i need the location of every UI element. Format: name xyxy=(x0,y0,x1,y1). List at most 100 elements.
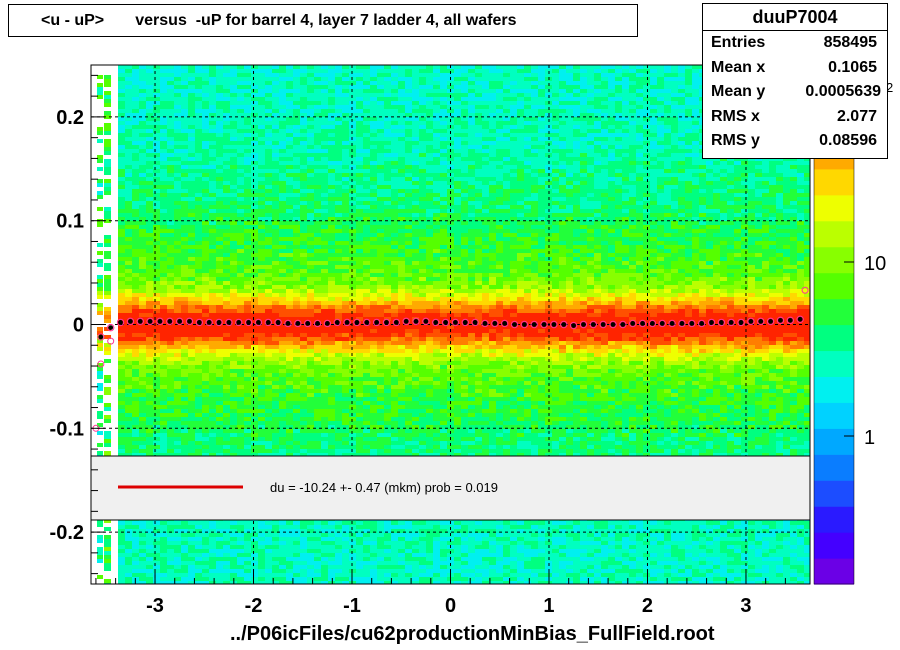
density-cell xyxy=(251,541,258,545)
density-cell xyxy=(181,201,188,205)
density-cell xyxy=(153,441,160,445)
density-cell xyxy=(174,137,181,141)
density-cell xyxy=(251,445,258,449)
density-cell xyxy=(370,185,377,189)
density-cell xyxy=(216,441,223,445)
density-cell xyxy=(195,261,202,265)
density-cell xyxy=(363,437,370,441)
density-cell xyxy=(153,209,160,213)
density-cell xyxy=(335,141,342,145)
density-cell xyxy=(265,557,272,561)
density-cell xyxy=(230,221,237,225)
density-cell xyxy=(237,345,244,349)
density-cell xyxy=(146,197,153,201)
density-cell xyxy=(342,409,349,413)
density-cell xyxy=(230,205,237,209)
density-cell xyxy=(139,309,146,313)
density-cell xyxy=(118,281,125,285)
density-cell xyxy=(167,69,174,73)
density-cell xyxy=(300,449,307,453)
density-cell xyxy=(195,93,202,97)
density-cell xyxy=(230,417,237,421)
density-cell xyxy=(356,441,363,445)
density-cell xyxy=(195,233,202,237)
density-cell xyxy=(209,305,216,309)
density-cell xyxy=(244,229,251,233)
density-cell xyxy=(328,189,335,193)
density-cell xyxy=(300,397,307,401)
density-cell xyxy=(118,381,125,385)
density-cell xyxy=(125,285,132,289)
density-cell xyxy=(384,125,391,129)
density-cell xyxy=(377,97,384,101)
density-cell xyxy=(167,117,174,121)
density-cell xyxy=(251,221,258,225)
density-cell xyxy=(314,297,321,301)
density-cell xyxy=(307,161,314,165)
density-cell xyxy=(230,85,237,89)
density-cell xyxy=(335,557,342,561)
density-cell xyxy=(342,117,349,121)
density-cell xyxy=(251,229,258,233)
density-cell xyxy=(363,145,370,149)
density-cell xyxy=(307,561,314,565)
density-cell xyxy=(286,169,293,173)
density-cell xyxy=(118,201,125,205)
density-cell xyxy=(181,197,188,201)
density-cell xyxy=(125,401,132,405)
density-cell xyxy=(195,161,202,165)
density-cell xyxy=(328,305,335,309)
density-cell xyxy=(377,297,384,301)
density-cell xyxy=(209,161,216,165)
density-cell xyxy=(342,573,349,577)
density-cell xyxy=(216,65,223,69)
density-cell xyxy=(307,125,314,129)
density-cell xyxy=(307,373,314,377)
density-cell xyxy=(370,573,377,577)
density-cell xyxy=(279,137,286,141)
density-cell xyxy=(160,289,167,293)
density-cell xyxy=(286,421,293,425)
density-cell xyxy=(223,413,230,417)
density-cell xyxy=(146,77,153,81)
density-cell xyxy=(272,309,279,313)
density-cell xyxy=(279,525,286,529)
density-cell xyxy=(202,225,209,229)
density-cell xyxy=(209,377,216,381)
density-cell xyxy=(356,361,363,365)
density-cell xyxy=(125,441,132,445)
density-cell xyxy=(279,181,286,185)
density-cell xyxy=(328,349,335,353)
density-cell xyxy=(230,341,237,345)
density-cell xyxy=(335,257,342,261)
density-cell xyxy=(321,157,328,161)
density-cell xyxy=(335,137,342,141)
density-cell xyxy=(335,153,342,157)
density-cell xyxy=(118,97,125,101)
density-cell xyxy=(188,65,195,69)
density-cell xyxy=(244,309,251,313)
density-cell xyxy=(286,289,293,293)
density-cell xyxy=(167,261,174,265)
density-cell xyxy=(132,85,139,89)
density-cell xyxy=(335,241,342,245)
density-cell xyxy=(237,405,244,409)
density-cell xyxy=(356,309,363,313)
density-cell xyxy=(272,73,279,77)
density-cell xyxy=(160,413,167,417)
density-cell xyxy=(237,141,244,145)
density-cell xyxy=(314,141,321,145)
density-cell xyxy=(118,341,125,345)
density-cell xyxy=(300,105,307,109)
density-cell xyxy=(251,565,258,569)
density-cell xyxy=(342,121,349,125)
density-cell xyxy=(335,93,342,97)
density-cell xyxy=(300,405,307,409)
density-cell xyxy=(132,393,139,397)
density-cell xyxy=(216,177,223,181)
density-cell xyxy=(300,185,307,189)
density-cell xyxy=(377,337,384,341)
density-cell xyxy=(139,189,146,193)
density-cell xyxy=(195,281,202,285)
density-cell xyxy=(335,245,342,249)
